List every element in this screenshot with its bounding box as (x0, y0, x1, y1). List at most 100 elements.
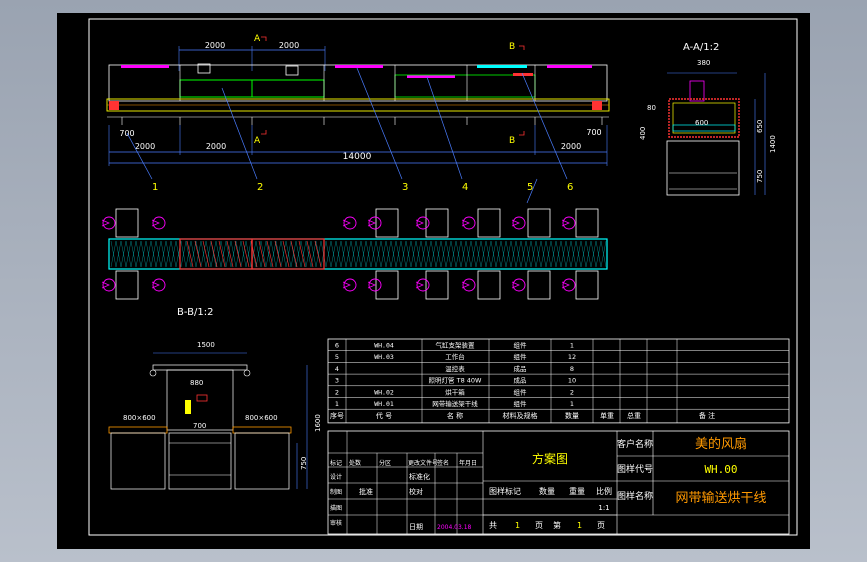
balloon-1: 1 (152, 182, 158, 193)
tb-left-1: 标记 (330, 459, 342, 467)
bom-row-material: 成品 (514, 376, 527, 385)
bom-row-name: 工作台 (445, 352, 465, 361)
bom-header-remark: 备 注 (699, 411, 715, 420)
plan-table-bottom (477, 270, 501, 300)
tb-col-2: 数量 (539, 486, 555, 496)
tb-col-4: 比例 (596, 486, 612, 496)
tb-std: 标准化 (409, 472, 430, 481)
tb-sign-1: 处数 (349, 459, 361, 467)
plan-table-bottom (575, 270, 599, 300)
section-aa-title: A-A/1:2 (683, 42, 719, 53)
bb-dim-inner: 700 (193, 422, 206, 430)
bb-dim-height: 1600 (314, 414, 322, 432)
bom-row-code: WH.01 (374, 400, 394, 408)
bom-row-material: 成品 (514, 364, 527, 373)
dim-top-2: 2000 (279, 41, 299, 50)
dim-bottom-right-seg: 2000 (561, 142, 581, 151)
bom-row-name: 气缸支架装置 (436, 341, 476, 350)
bb-dim-top: 1500 (197, 341, 215, 349)
bom-row-material: 组件 (514, 341, 528, 350)
plan-table-top (527, 208, 551, 238)
bom-header-unit_wt: 单重 (600, 411, 614, 420)
bom-row-code: WH.03 (374, 353, 394, 361)
bom-row-qty: 2 (570, 388, 574, 396)
bom-row-name: 网带输送架干线 (432, 399, 478, 408)
tb-left-4: 描图 (330, 504, 342, 512)
tb-left-5: 审核 (330, 519, 342, 527)
bom-row-no: 5 (335, 353, 339, 361)
tb-sign-3: 更改文件号 (408, 459, 438, 467)
balloon-6: 6 (567, 182, 573, 193)
bom-row-code: WH.04 (374, 342, 394, 350)
balloon-2: 2 (257, 182, 263, 193)
tb-col-1: 图样标记 (489, 486, 521, 496)
bom-row-no: 6 (335, 342, 339, 350)
drawing-border (88, 18, 798, 536)
bom-row-no: 1 (335, 400, 339, 408)
plan-table-top (477, 208, 501, 238)
aa-dim-right-2: 750 (756, 170, 764, 183)
bom-row-qty: 12 (568, 353, 576, 361)
bom-frame (327, 338, 790, 424)
balloon-4: 4 (462, 182, 468, 193)
aa-dim-width: 380 (697, 59, 710, 67)
bom-header-material: 材料及规格 (503, 411, 538, 420)
bom-header-total_wt: 总重 (627, 411, 641, 420)
front-view: 2000 2000 A A B B 700 700 2000 2000 2000… (106, 34, 610, 204)
section-mark-a-top: A (254, 34, 261, 44)
tb-left-2: 设计 (330, 473, 342, 481)
sheet-total: 1 (515, 521, 520, 530)
scheme-title: 方案图 (532, 451, 568, 466)
drawing-name: 网带输送烘干线 (675, 490, 766, 506)
drawing-sheet[interactable]: 2000 2000 A A B B 700 700 2000 2000 2000… (57, 13, 810, 549)
bb-dim-left-table: 800×600 (123, 414, 156, 422)
balloon-5: 5 (527, 182, 533, 193)
bom-row-material: 组件 (514, 399, 528, 408)
section-mark-b-top: B (509, 42, 515, 52)
customer-label: 客户名称 (617, 438, 653, 450)
bom-row-code: WH.02 (374, 388, 394, 396)
tb-col-3: 重量 (569, 486, 585, 496)
tb-sign-5: 年月日 (459, 459, 477, 467)
dim-bottom-mid-seg: 2000 (206, 142, 226, 151)
balloon-3: 3 (402, 182, 408, 193)
tb-sign-2: 分区 (379, 459, 391, 467)
bom-header-qty: 数量 (565, 411, 579, 420)
section-mark-b-bottom: B (509, 136, 515, 146)
tb-left-3: 制图 (330, 488, 342, 496)
section-bb-title: B-B/1:2 (177, 307, 213, 318)
bb-dim-right-table: 800×600 (245, 414, 278, 422)
plan-table-bottom (115, 270, 139, 300)
drawing-no-label: 图样代号 (617, 463, 653, 475)
bom-header-no: 序号 (330, 411, 344, 420)
plan-table-top (375, 208, 399, 238)
plan-table-top (115, 208, 139, 238)
sheet-unit: 页 (535, 521, 543, 530)
bom-row-name: 温控表 (445, 364, 465, 373)
tb-check: 校对 (409, 487, 423, 496)
dim-total: 14000 (343, 152, 372, 162)
bom-row-material: 组件 (514, 387, 528, 396)
sheet-no-label: 第 (553, 520, 561, 530)
aa-dim-right-1: 650 (756, 120, 764, 133)
sheet-total-label: 共 (489, 521, 497, 530)
plan-table-bottom (527, 270, 551, 300)
aa-dim-height: 1400 (769, 135, 777, 153)
bom-row-material: 组件 (514, 352, 528, 361)
drawing-no: WH.00 (704, 463, 737, 476)
bom-row-qty: 8 (570, 365, 574, 373)
plan-table-bottom (375, 270, 399, 300)
tb-date-label: 日期 (409, 523, 423, 531)
tb-date: 2004.03.18 (437, 524, 472, 531)
bom-row-no: 2 (335, 388, 339, 396)
dim-right-small: 700 (586, 128, 601, 137)
bb-dim-leg: 750 (300, 457, 308, 470)
plan-table-top (575, 208, 599, 238)
section-bb-view: B-B/1:2 1500 880 700 800×600 800×600 160… (108, 307, 322, 490)
bom-row-name: 照明灯管 T8 40W (429, 376, 483, 385)
bom-row-no: 3 (335, 377, 339, 385)
bom-header-name: 名 称 (447, 411, 463, 420)
drawing-name-label: 图样名称 (617, 490, 653, 502)
section-mark-a-bottom: A (254, 136, 261, 146)
tb-scale: 1:1 (598, 504, 609, 512)
